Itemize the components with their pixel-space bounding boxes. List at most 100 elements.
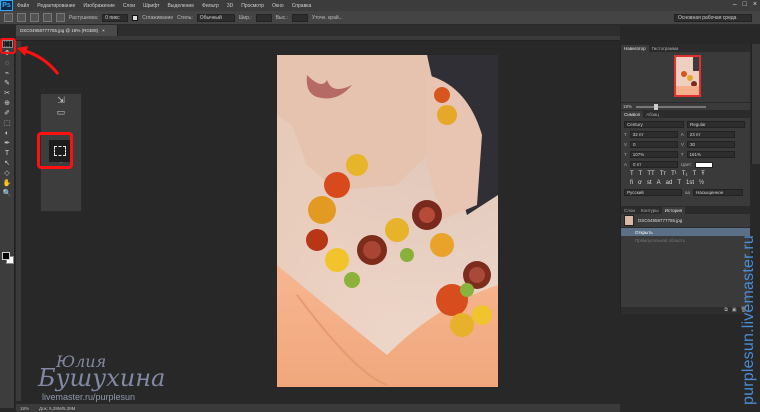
new-snapshot-icon[interactable]: ▣ [732,307,737,314]
menu-select[interactable]: Выделение [164,3,199,9]
font-size-icon: T [624,132,627,137]
menu-filter[interactable]: Фильтр [198,3,223,9]
discretionary-ligatures-icon[interactable]: st [647,180,652,186]
font-size-input[interactable]: 32 пт [629,131,678,138]
history-step[interactable]: Прямоугольная область [621,236,750,244]
stylistic-alternates-icon[interactable]: ad [666,180,673,186]
text-color-swatch[interactable] [695,161,714,168]
new-selection-button[interactable] [17,13,26,22]
antialias-checkbox[interactable] [132,14,139,21]
history-footer: ⧉ ▣ 🗑 [621,307,751,314]
close-window-button[interactable]: × [753,1,757,8]
add-selection-button[interactable] [30,13,39,22]
baseline-input[interactable]: 0 пт [630,161,679,168]
feather-input[interactable]: 0 пикс [102,13,129,22]
options-bar: Растушевка: 0 пикс Сглаживание Стиль: Об… [0,11,760,25]
close-document-icon[interactable]: × [102,28,105,33]
tab-paragraph[interactable]: Абзац [643,111,662,118]
kerning-input[interactable]: 0 [630,141,679,148]
history-snapshot[interactable]: DSC04958777755.jpg [621,214,750,228]
leading-icon: A [680,132,684,137]
tracking-input[interactable]: 30 [687,141,736,148]
shape-tool-icon[interactable]: ◇ [2,170,13,178]
brush-tool-icon[interactable]: ✐ [2,110,13,118]
faux-italic-icon[interactable]: T [639,171,643,177]
vertical-scale-input[interactable]: 107% [629,151,678,158]
height-input[interactable] [291,13,308,22]
maximize-button[interactable]: □ [743,1,747,8]
menu-image[interactable]: Изображение [79,3,119,9]
fractions-icon[interactable]: ½ [699,180,704,186]
menu-3d[interactable]: 3D [223,3,237,9]
ligatures-icon[interactable]: fi [630,180,633,186]
tab-history[interactable]: История [661,207,686,214]
text-antialias-select[interactable]: Насыщенное [693,189,744,196]
history-step[interactable]: Открыть [621,228,750,236]
new-document-icon[interactable]: ⧉ [724,307,728,314]
intersect-selection-button[interactable] [56,13,65,22]
tab-histogram[interactable]: Гистограмма [649,45,682,52]
menu-layers[interactable]: Слои [119,3,139,9]
tool-preset-button[interactable] [4,13,13,22]
leading-input[interactable]: 23 пт [686,131,735,138]
layers-tabs: Слои Контуры История [621,206,750,214]
lasso-tool-icon[interactable]: ◌ [2,60,13,68]
color-swatches[interactable] [2,252,14,264]
menu-edit[interactable]: Редактирование [33,3,79,9]
gradient-tool-icon[interactable]: ◐ [2,130,13,138]
contextual-alternates-icon[interactable]: ơ [638,180,642,186]
quick-select-tool-icon[interactable]: ⌁ [2,70,13,78]
language-select[interactable]: Русский [624,189,682,196]
navigator-zoom-slider[interactable] [636,103,707,110]
menu-help[interactable]: Справка [288,3,316,9]
eyedropper-tool-icon[interactable]: ✎ [2,80,13,88]
eraser-tool-icon[interactable]: ⬚ [2,120,13,128]
watermark-last-name: Бушухина [38,364,166,392]
zoom-tool-icon[interactable]: 🔍 [2,190,13,198]
strikethrough-icon[interactable]: Ŧ [701,171,705,177]
menu-view[interactable]: Просмотр [237,3,268,9]
feather-label: Растушевка: [69,14,99,21]
superscript-icon[interactable]: T¹ [671,171,677,177]
ordinals-icon[interactable]: 1st [686,180,694,186]
minimize-button[interactable]: – [733,1,737,8]
workspace-select[interactable]: Основная рабочая среда [674,14,752,22]
foreground-color[interactable] [2,252,10,260]
navigator-tabs: Навигатор Гистограмма [621,44,750,52]
horizontal-scale-input[interactable]: 161% [686,151,735,158]
pen-tool-icon[interactable]: ✒ [2,140,13,148]
hand-tool-icon[interactable]: ✋ [2,180,13,188]
menu-window[interactable]: Окно [268,3,288,9]
tab-layers[interactable]: Слои [621,207,638,214]
document-canvas[interactable] [277,55,498,387]
style-select[interactable]: Обычный [196,13,235,22]
navigator-panel [621,52,750,102]
tab-character[interactable]: Символ [621,111,644,118]
refine-edge-button[interactable]: Уточн. край... [312,15,343,21]
status-zoom[interactable]: 18% [20,406,29,411]
tab-paths[interactable]: Контуры [638,207,662,214]
subtract-selection-button[interactable] [43,13,52,22]
width-input[interactable] [255,13,272,22]
faux-bold-icon[interactable]: T [630,171,634,177]
tab-navigator[interactable]: Навигатор [621,45,649,52]
width-label: Шир.: [238,14,252,21]
underline-icon[interactable]: T [692,171,696,177]
navigator-zoom-value[interactable]: 18% [623,104,632,109]
navigator-thumbnail[interactable] [674,55,701,97]
all-caps-icon[interactable]: TT [647,171,654,177]
vertical-scale-icon: T [624,152,627,157]
document-tab[interactable]: DSC04958777755.jpg @ 18% (RGB/8) × [16,25,118,36]
menu-file[interactable]: Файл [13,3,33,9]
healing-tool-icon[interactable]: ⊕ [2,100,13,108]
type-tool-icon[interactable]: T [2,150,13,158]
menu-type[interactable]: Шрифт [139,3,163,9]
path-select-tool-icon[interactable]: ↖ [2,160,13,168]
swash-icon[interactable]: A [657,180,661,186]
titling-alternates-icon[interactable]: T [677,180,681,186]
crop-tool-icon[interactable]: ✂ [2,90,13,98]
subscript-icon[interactable]: T₁ [682,171,688,177]
font-family-select[interactable]: Century [624,121,684,128]
font-style-select[interactable]: Regular [687,121,745,128]
small-caps-icon[interactable]: Tт [660,171,666,177]
